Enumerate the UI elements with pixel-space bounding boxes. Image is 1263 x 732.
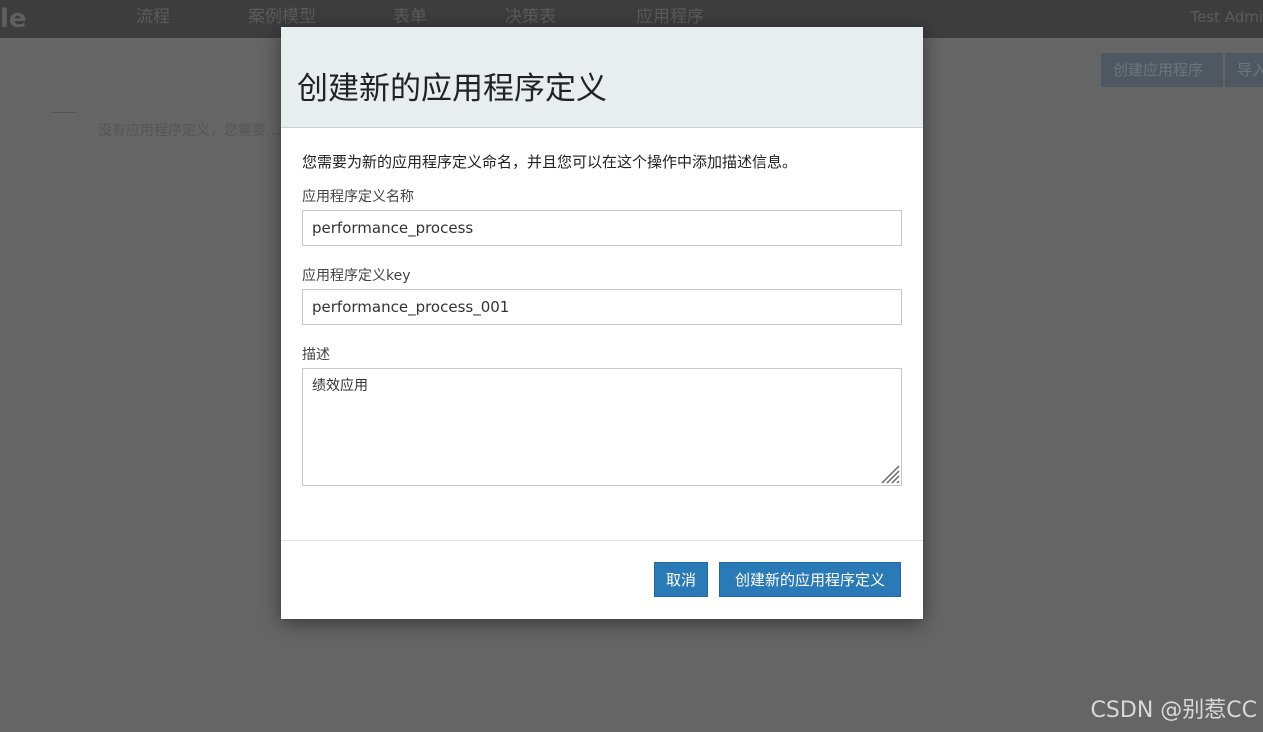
description-textarea[interactable]: 绩效应用: [302, 368, 902, 486]
dialog-header: 创建新的应用程序定义: [281, 27, 923, 128]
dialog-title: 创建新的应用程序定义: [297, 71, 607, 107]
resize-handle-icon[interactable]: [878, 462, 900, 484]
name-input[interactable]: [302, 210, 902, 246]
key-field-label: 应用程序定义key: [302, 268, 411, 284]
create-app-definition-dialog: 创建新的应用程序定义 您需要为新的应用程序定义命名，并且您可以在这个操作中添加描…: [281, 27, 923, 619]
watermark-text: CSDN @别惹CC: [1090, 698, 1257, 723]
cancel-button[interactable]: 取消: [654, 562, 708, 597]
bg-divider: [52, 112, 76, 113]
dialog-footer-divider: [281, 540, 923, 541]
bg-empty-hint: 没有应用程序定义，您需要...: [98, 123, 280, 139]
nav-item-processes[interactable]: 流程: [136, 0, 170, 38]
name-field-label: 应用程序定义名称: [302, 189, 414, 205]
key-input[interactable]: [302, 289, 902, 325]
description-field-label: 描述: [302, 347, 330, 363]
create-app-definition-button[interactable]: 创建新的应用程序定义: [719, 562, 901, 597]
bg-import-button[interactable]: 导入: [1225, 53, 1263, 87]
app-logo: le: [0, 4, 27, 34]
user-menu[interactable]: Test Admi: [1190, 0, 1263, 38]
bg-create-app-button[interactable]: 创建应用程序: [1101, 53, 1223, 87]
dialog-intro-text: 您需要为新的应用程序定义命名，并且您可以在这个操作中添加描述信息。: [302, 153, 798, 171]
